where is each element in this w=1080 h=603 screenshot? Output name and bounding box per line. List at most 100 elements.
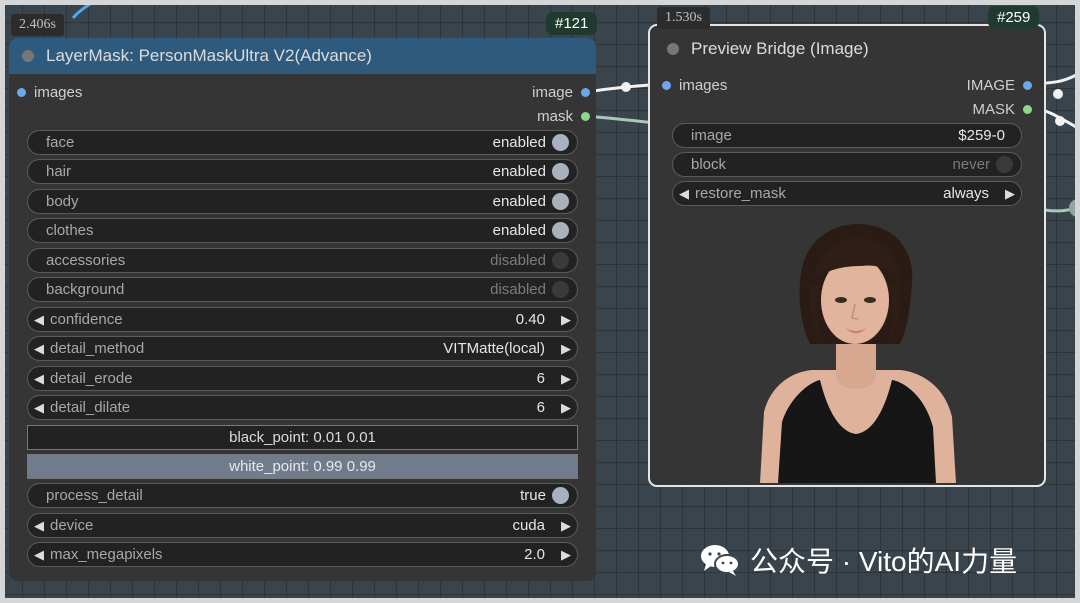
input-dot-icon[interactable] xyxy=(662,81,671,90)
wire-top-left xyxy=(71,2,91,19)
widget-value: enabled xyxy=(492,134,546,151)
widget-label: max_megapixels xyxy=(50,546,163,563)
widget-value: enabled xyxy=(492,222,546,239)
output-slot-mask[interactable]: mask xyxy=(537,108,590,125)
combo-confidence[interactable]: ◀ confidence 0.40 ▶ xyxy=(27,307,578,332)
watermark: 公众号 · Vito的AI力量 xyxy=(700,540,1017,580)
widget-value: disabled xyxy=(490,252,546,269)
decrement-arrow-icon[interactable]: ◀ xyxy=(28,371,50,387)
widget-label: block xyxy=(691,156,727,173)
decrement-arrow-icon[interactable]: ◀ xyxy=(673,186,695,202)
output-dot-icon[interactable] xyxy=(581,88,590,97)
increment-arrow-icon[interactable]: ▶ xyxy=(555,341,577,357)
widget-label: background xyxy=(46,281,125,298)
decrement-arrow-icon[interactable]: ◀ xyxy=(28,400,50,416)
widget-label: body xyxy=(46,193,79,210)
mask-node-id-badge: #121 xyxy=(546,12,598,35)
toggle-background[interactable]: background disabled xyxy=(27,277,578,302)
output-dot-icon[interactable] xyxy=(1023,81,1032,90)
input-slot-images[interactable]: images xyxy=(17,84,82,101)
increment-arrow-icon[interactable]: ▶ xyxy=(555,312,577,328)
widget-value: cuda xyxy=(512,517,545,534)
wire-mask-out-dot xyxy=(1055,116,1065,126)
widget-label: face xyxy=(46,134,75,151)
toggle-block[interactable]: block never xyxy=(672,152,1022,177)
white-point-field[interactable]: white_point: 0.99 0.99 xyxy=(27,454,578,479)
output-slot-label: IMAGE xyxy=(966,77,1015,94)
combo-detail-dilate[interactable]: ◀ detail_dilate 6 ▶ xyxy=(27,395,578,420)
widget-value: 6 xyxy=(536,399,545,416)
toggle-body[interactable]: body enabled xyxy=(27,189,578,214)
increment-arrow-icon[interactable]: ▶ xyxy=(555,400,577,416)
output-dot-icon[interactable] xyxy=(581,112,590,121)
collapse-dot-icon[interactable] xyxy=(22,50,34,62)
widget-value: never xyxy=(952,156,990,173)
toggle-hair[interactable]: hair enabled xyxy=(27,159,578,184)
toggle-knob-icon[interactable] xyxy=(996,156,1013,173)
toggle-process-detail[interactable]: process_detail true xyxy=(27,483,578,508)
widget-label: detail_erode xyxy=(50,370,133,387)
output-slot-image[interactable]: image xyxy=(532,84,590,101)
collapse-dot-icon[interactable] xyxy=(667,43,679,55)
wire-image-out-dot xyxy=(1053,89,1063,99)
black-point-field[interactable]: black_point: 0.01 0.01 xyxy=(27,425,578,450)
output-dot-icon[interactable] xyxy=(1023,105,1032,114)
toggle-knob-icon[interactable] xyxy=(552,193,569,210)
widget-value: VITMatte(local) xyxy=(443,340,545,357)
input-slot-label: images xyxy=(679,77,728,94)
widget-value: 6 xyxy=(536,370,545,387)
widget-label: clothes xyxy=(46,222,94,239)
toggle-knob-icon[interactable] xyxy=(552,222,569,239)
widget-value: enabled xyxy=(492,163,546,180)
toggle-knob-icon[interactable] xyxy=(552,134,569,151)
toggle-knob-icon[interactable] xyxy=(552,163,569,180)
widget-value: always xyxy=(943,185,989,202)
widget-label: device xyxy=(50,517,94,534)
combo-device[interactable]: ◀ device cuda ▶ xyxy=(27,513,578,538)
input-dot-icon[interactable] xyxy=(17,88,26,97)
output-slot-label: mask xyxy=(537,108,573,125)
wire-reroute-dot xyxy=(621,82,631,92)
increment-arrow-icon[interactable]: ▶ xyxy=(555,518,577,534)
widget-value: true xyxy=(520,487,546,504)
toggle-clothes[interactable]: clothes enabled xyxy=(27,218,578,243)
output-slot-label: MASK xyxy=(972,101,1015,118)
preview-image[interactable] xyxy=(750,222,960,483)
widget-label: accessories xyxy=(46,252,126,269)
input-slot-label: images xyxy=(34,84,83,101)
widget-label: hair xyxy=(46,163,72,180)
widget-label: image xyxy=(691,127,732,144)
decrement-arrow-icon[interactable]: ◀ xyxy=(28,547,50,563)
output-slot-image[interactable]: IMAGE xyxy=(967,77,1032,94)
mask-node-titlebar[interactable]: LayerMask: PersonMaskUltra V2(Advance) xyxy=(9,38,596,74)
toggle-knob-icon[interactable] xyxy=(552,487,569,504)
combo-detail-method[interactable]: ◀ detail_method VITMatte(local) ▶ xyxy=(27,336,578,361)
wire-lower-right-dot xyxy=(1069,199,1080,217)
decrement-arrow-icon[interactable]: ◀ xyxy=(28,518,50,534)
mask-node-timing: 2.406s xyxy=(11,14,64,36)
mask-node-title: LayerMask: PersonMaskUltra V2(Advance) xyxy=(46,46,372,65)
input-slot-images[interactable]: images xyxy=(662,77,727,94)
preview-node-timing: 1.530s xyxy=(657,7,710,29)
preview-node-titlebar[interactable]: Preview Bridge (Image) xyxy=(650,32,1044,66)
output-slot-mask[interactable]: MASK xyxy=(972,101,1032,118)
combo-restore-mask[interactable]: ◀ restore_mask always ▶ xyxy=(672,181,1022,206)
toggle-knob-icon[interactable] xyxy=(552,281,569,298)
increment-arrow-icon[interactable]: ▶ xyxy=(555,547,577,563)
mask-node[interactable]: LayerMask: PersonMaskUltra V2(Advance) i… xyxy=(9,38,596,581)
decrement-arrow-icon[interactable]: ◀ xyxy=(28,312,50,328)
increment-arrow-icon[interactable]: ▶ xyxy=(999,186,1021,202)
widget-image[interactable]: image $259-0 xyxy=(672,123,1022,148)
decrement-arrow-icon[interactable]: ◀ xyxy=(28,341,50,357)
preview-node[interactable]: Preview Bridge (Image) images IMAGE MASK… xyxy=(648,24,1046,487)
widget-value: 0.40 xyxy=(515,311,545,328)
watermark-text: 公众号 · Vito的AI力量 xyxy=(750,546,1018,577)
toggle-accessories[interactable]: accessories disabled xyxy=(27,248,578,273)
toggle-knob-icon[interactable] xyxy=(552,252,569,269)
portrait-illustration xyxy=(750,222,960,483)
combo-detail-erode[interactable]: ◀ detail_erode 6 ▶ xyxy=(27,366,578,391)
toggle-face[interactable]: face enabled xyxy=(27,130,578,155)
widget-value: $259-0 xyxy=(958,127,1005,144)
increment-arrow-icon[interactable]: ▶ xyxy=(555,371,577,387)
combo-max-megapixels[interactable]: ◀ max_megapixels 2.0 ▶ xyxy=(27,542,578,567)
